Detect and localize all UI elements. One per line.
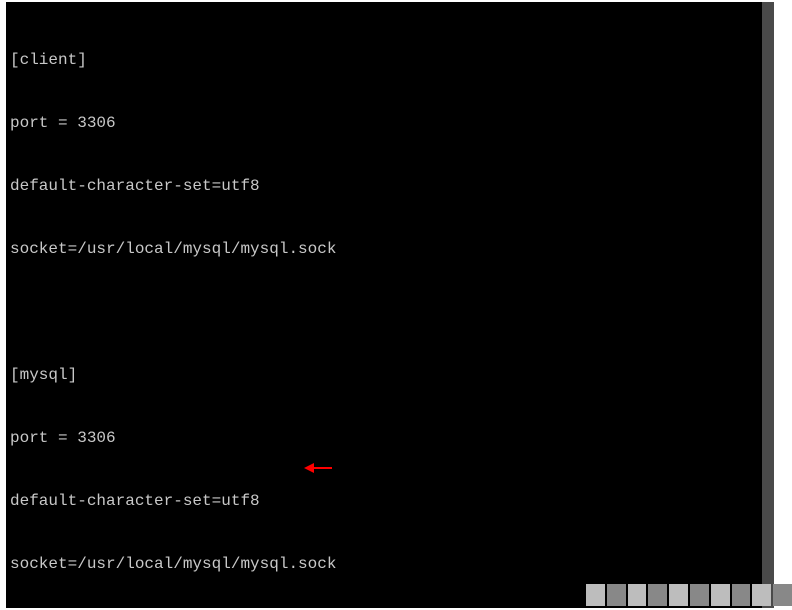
mosaic-overlay — [586, 584, 792, 606]
config-line: socket=/usr/local/mysql/mysql.sock — [10, 554, 758, 575]
config-line — [10, 302, 758, 323]
config-line: [client] — [10, 50, 758, 71]
scrollbar[interactable] — [762, 2, 774, 608]
config-line: default-character-set=utf8 — [10, 491, 758, 512]
config-line: [mysql] — [10, 365, 758, 386]
config-line: socket=/usr/local/mysql/mysql.sock — [10, 239, 758, 260]
config-line: port = 3306 — [10, 428, 758, 449]
config-line: port = 3306 — [10, 113, 758, 134]
config-line: default-character-set=utf8 — [10, 176, 758, 197]
terminal-editor[interactable]: [client] port = 3306 default-character-s… — [6, 2, 762, 608]
